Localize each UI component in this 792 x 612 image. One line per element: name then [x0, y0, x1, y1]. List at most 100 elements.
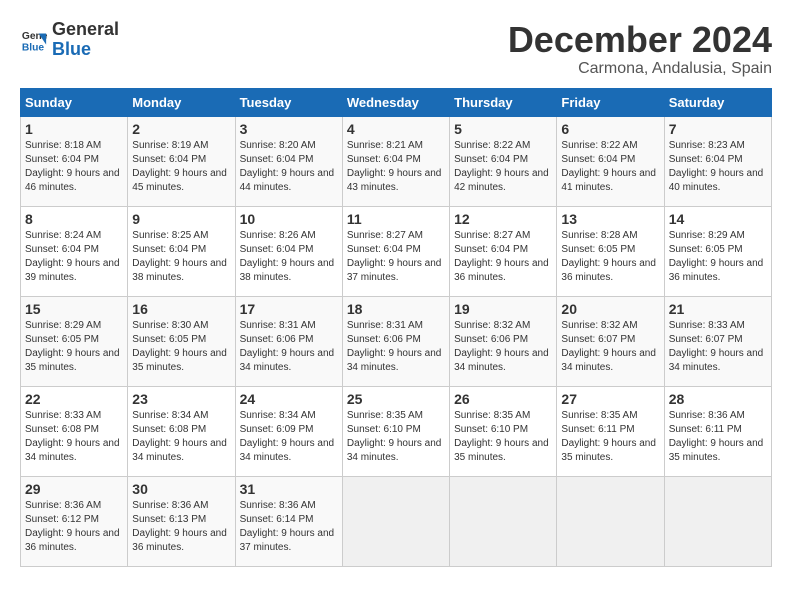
day-number: 5 [454, 121, 552, 137]
calendar-cell [557, 476, 664, 566]
day-info: Sunrise: 8:31 AMSunset: 6:06 PMDaylight:… [240, 319, 338, 375]
calendar-cell: 25 Sunrise: 8:35 AMSunset: 6:10 PMDayligh… [342, 386, 449, 476]
day-number: 4 [347, 121, 445, 137]
calendar-cell: 14 Sunrise: 8:29 AMSunset: 6:05 PMDayligh… [664, 206, 771, 296]
day-info: Sunrise: 8:22 AMSunset: 6:04 PMDaylight:… [454, 139, 552, 195]
day-info: Sunrise: 8:33 AMSunset: 6:07 PMDaylight:… [669, 319, 767, 375]
day-info: Sunrise: 8:36 AMSunset: 6:12 PMDaylight:… [25, 499, 123, 555]
day-number: 15 [25, 301, 123, 317]
day-number: 28 [669, 391, 767, 407]
day-info: Sunrise: 8:35 AMSunset: 6:10 PMDaylight:… [454, 409, 552, 465]
day-info: Sunrise: 8:26 AMSunset: 6:04 PMDaylight:… [240, 229, 338, 285]
calendar-week-row: 22 Sunrise: 8:33 AMSunset: 6:08 PMDayligh… [21, 386, 772, 476]
day-number: 7 [669, 121, 767, 137]
day-number: 27 [561, 391, 659, 407]
day-info: Sunrise: 8:35 AMSunset: 6:10 PMDaylight:… [347, 409, 445, 465]
calendar-cell: 15 Sunrise: 8:29 AMSunset: 6:05 PMDayligh… [21, 296, 128, 386]
day-number: 19 [454, 301, 552, 317]
header-tuesday: Tuesday [235, 88, 342, 116]
day-info: Sunrise: 8:24 AMSunset: 6:04 PMDaylight:… [25, 229, 123, 285]
day-number: 6 [561, 121, 659, 137]
day-number: 18 [347, 301, 445, 317]
day-info: Sunrise: 8:35 AMSunset: 6:11 PMDaylight:… [561, 409, 659, 465]
day-info: Sunrise: 8:20 AMSunset: 6:04 PMDaylight:… [240, 139, 338, 195]
calendar-cell: 7 Sunrise: 8:23 AMSunset: 6:04 PMDaylight… [664, 116, 771, 206]
header-sunday: Sunday [21, 88, 128, 116]
day-number: 2 [132, 121, 230, 137]
header-wednesday: Wednesday [342, 88, 449, 116]
day-number: 31 [240, 481, 338, 497]
day-info: Sunrise: 8:34 AMSunset: 6:08 PMDaylight:… [132, 409, 230, 465]
header-thursday: Thursday [450, 88, 557, 116]
calendar-cell: 26 Sunrise: 8:35 AMSunset: 6:10 PMDayligh… [450, 386, 557, 476]
day-number: 14 [669, 211, 767, 227]
day-info: Sunrise: 8:29 AMSunset: 6:05 PMDaylight:… [25, 319, 123, 375]
calendar-cell: 12 Sunrise: 8:27 AMSunset: 6:04 PMDayligh… [450, 206, 557, 296]
header-friday: Friday [557, 88, 664, 116]
day-info: Sunrise: 8:28 AMSunset: 6:05 PMDaylight:… [561, 229, 659, 285]
day-info: Sunrise: 8:32 AMSunset: 6:06 PMDaylight:… [454, 319, 552, 375]
calendar-cell: 17 Sunrise: 8:31 AMSunset: 6:06 PMDayligh… [235, 296, 342, 386]
calendar-cell: 31Sunrise: 8:36 AMSunset: 6:14 PMDayligh… [235, 476, 342, 566]
day-number: 20 [561, 301, 659, 317]
calendar-cell: 11 Sunrise: 8:27 AMSunset: 6:04 PMDayligh… [342, 206, 449, 296]
calendar-cell: 18Sunrise: 8:31 AMSunset: 6:06 PMDayligh… [342, 296, 449, 386]
logo-text-line2: Blue [52, 40, 119, 60]
header-monday: Monday [128, 88, 235, 116]
day-info: Sunrise: 8:18 AMSunset: 6:04 PMDaylight:… [25, 139, 123, 195]
day-number: 30 [132, 481, 230, 497]
day-number: 12 [454, 211, 552, 227]
calendar-cell: 19 Sunrise: 8:32 AMSunset: 6:06 PMDayligh… [450, 296, 557, 386]
day-info: Sunrise: 8:25 AMSunset: 6:04 PMDaylight:… [132, 229, 230, 285]
day-info: Sunrise: 8:30 AMSunset: 6:05 PMDaylight:… [132, 319, 230, 375]
day-info: Sunrise: 8:29 AMSunset: 6:05 PMDaylight:… [669, 229, 767, 285]
day-number: 3 [240, 121, 338, 137]
day-info: Sunrise: 8:27 AMSunset: 6:04 PMDaylight:… [454, 229, 552, 285]
day-number: 29 [25, 481, 123, 497]
calendar-cell: 24 Sunrise: 8:34 AMSunset: 6:09 PMDayligh… [235, 386, 342, 476]
location-subtitle: Carmona, Andalusia, Spain [508, 60, 772, 78]
logo-icon: General Blue [20, 26, 48, 54]
day-info: Sunrise: 8:19 AMSunset: 6:04 PMDaylight:… [132, 139, 230, 195]
day-number: 1 [25, 121, 123, 137]
month-title: December 2024 [508, 20, 772, 60]
calendar-header-row: SundayMondayTuesdayWednesdayThursdayFrid… [21, 88, 772, 116]
calendar-cell: 10 Sunrise: 8:26 AMSunset: 6:04 PMDayligh… [235, 206, 342, 296]
calendar-cell: 20 Sunrise: 8:32 AMSunset: 6:07 PMDayligh… [557, 296, 664, 386]
day-info: Sunrise: 8:34 AMSunset: 6:09 PMDaylight:… [240, 409, 338, 465]
logo-text-line1: General [52, 20, 119, 40]
calendar-cell: 13Sunrise: 8:28 AMSunset: 6:05 PMDayligh… [557, 206, 664, 296]
logo: General Blue General Blue [20, 20, 119, 60]
calendar-cell: 21Sunrise: 8:33 AMSunset: 6:07 PMDayligh… [664, 296, 771, 386]
calendar-cell: 4 Sunrise: 8:21 AMSunset: 6:04 PMDaylight… [342, 116, 449, 206]
day-info: Sunrise: 8:32 AMSunset: 6:07 PMDaylight:… [561, 319, 659, 375]
day-info: Sunrise: 8:23 AMSunset: 6:04 PMDaylight:… [669, 139, 767, 195]
day-number: 11 [347, 211, 445, 227]
day-number: 22 [25, 391, 123, 407]
day-number: 9 [132, 211, 230, 227]
header-saturday: Saturday [664, 88, 771, 116]
day-info: Sunrise: 8:33 AMSunset: 6:08 PMDaylight:… [25, 409, 123, 465]
calendar-cell: 30 Sunrise: 8:36 AMSunset: 6:13 PMDayligh… [128, 476, 235, 566]
calendar-cell: 3 Sunrise: 8:20 AMSunset: 6:04 PMDaylight… [235, 116, 342, 206]
day-number: 17 [240, 301, 338, 317]
day-info: Sunrise: 8:36 AMSunset: 6:13 PMDaylight:… [132, 499, 230, 555]
day-number: 24 [240, 391, 338, 407]
calendar-cell: 29 Sunrise: 8:36 AMSunset: 6:12 PMDayligh… [21, 476, 128, 566]
calendar-table: SundayMondayTuesdayWednesdayThursdayFrid… [20, 88, 772, 567]
day-info: Sunrise: 8:21 AMSunset: 6:04 PMDaylight:… [347, 139, 445, 195]
day-info: Sunrise: 8:27 AMSunset: 6:04 PMDaylight:… [347, 229, 445, 285]
day-info: Sunrise: 8:36 AMSunset: 6:11 PMDaylight:… [669, 409, 767, 465]
day-number: 10 [240, 211, 338, 227]
day-number: 25 [347, 391, 445, 407]
day-number: 26 [454, 391, 552, 407]
title-area: December 2024 Carmona, Andalusia, Spain [508, 20, 772, 78]
calendar-cell: 27 Sunrise: 8:35 AMSunset: 6:11 PMDayligh… [557, 386, 664, 476]
calendar-cell: 5 Sunrise: 8:22 AMSunset: 6:04 PMDaylight… [450, 116, 557, 206]
calendar-cell: 6Sunrise: 8:22 AMSunset: 6:04 PMDaylight… [557, 116, 664, 206]
calendar-cell: 1 Sunrise: 8:18 AMSunset: 6:04 PMDaylight… [21, 116, 128, 206]
calendar-week-row: 15 Sunrise: 8:29 AMSunset: 6:05 PMDayligh… [21, 296, 772, 386]
calendar-cell [664, 476, 771, 566]
calendar-cell: 16Sunrise: 8:30 AMSunset: 6:05 PMDayligh… [128, 296, 235, 386]
day-number: 23 [132, 391, 230, 407]
